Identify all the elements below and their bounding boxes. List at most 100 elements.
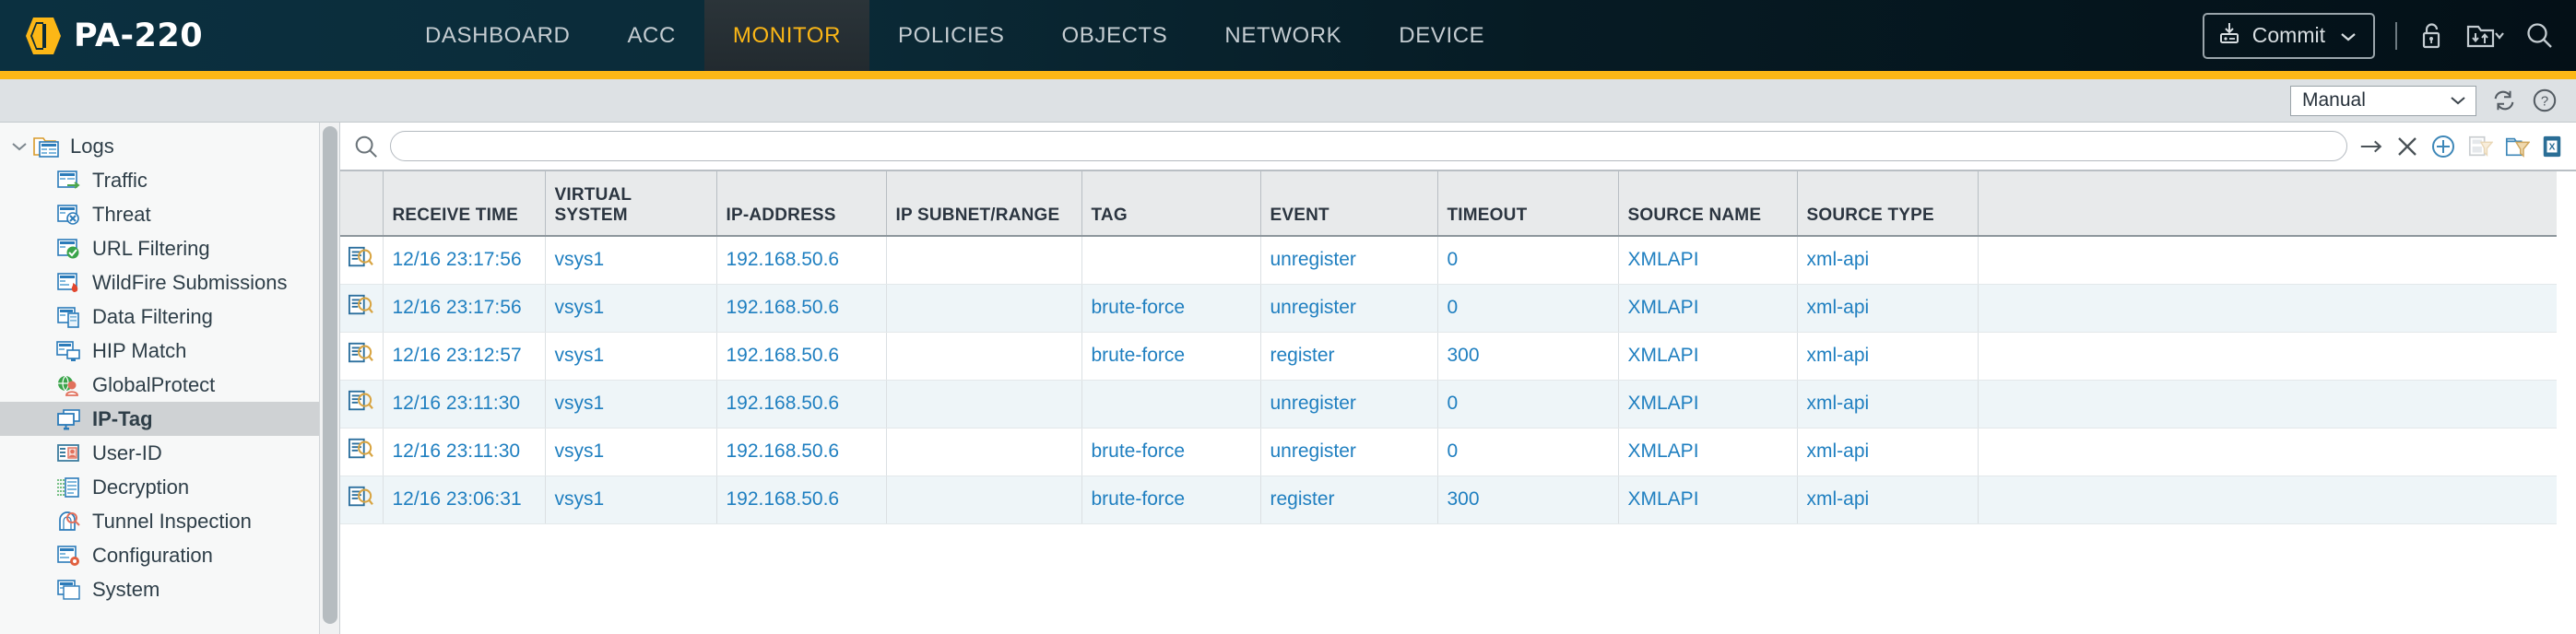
sidebar-group-logs[interactable]: Logs bbox=[0, 129, 339, 163]
sidebar-scrollbar[interactable] bbox=[319, 123, 339, 634]
cell-spacer bbox=[1978, 476, 2557, 523]
new-filter-icon[interactable] bbox=[2504, 134, 2530, 159]
tab-monitor[interactable]: MONITOR bbox=[704, 0, 869, 71]
table-body: 12/16 23:17:56vsys1192.168.50.6unregiste… bbox=[340, 236, 2557, 523]
sidebar-item-label: Data Filtering bbox=[92, 305, 213, 329]
refresh-interval-select[interactable]: Manual bbox=[2290, 86, 2476, 116]
cell-source-name: XMLAPI bbox=[1618, 332, 1797, 380]
clear-filter-x-icon[interactable] bbox=[2395, 135, 2419, 158]
column-header-receive-time[interactable]: RECEIVE TIME bbox=[383, 171, 545, 236]
column-header-tag[interactable]: TAG bbox=[1081, 171, 1260, 236]
column-header-ip-subnet-range[interactable]: IP SUBNET/RANGE bbox=[886, 171, 1081, 236]
cell-event: register bbox=[1260, 476, 1437, 523]
add-filter-plus-icon[interactable] bbox=[2430, 134, 2456, 159]
table-row[interactable]: 12/16 23:06:31vsys1192.168.50.6brute-for… bbox=[340, 476, 2557, 523]
cell-timeout: 0 bbox=[1437, 236, 1618, 284]
tab-network[interactable]: NETWORK bbox=[1196, 0, 1370, 71]
page-body: Logs Traffic Threat URL Filtering bbox=[0, 123, 2576, 634]
table-row[interactable]: 12/16 23:11:30vsys1192.168.50.6 brute-for… bbox=[340, 428, 2557, 476]
table-row[interactable]: 12/16 23:17:56vsys1192.168.50.6brute-for… bbox=[340, 284, 2557, 332]
column-header-timeout[interactable]: TIMEOUT bbox=[1437, 171, 1618, 236]
help-icon[interactable]: ? bbox=[2532, 88, 2558, 113]
log-detail-magnifier-icon[interactable] bbox=[340, 428, 383, 476]
column-header-event[interactable]: EVENT bbox=[1260, 171, 1437, 236]
cell-receive-time: 12/16 23:11:30 bbox=[383, 428, 545, 476]
logs-sidebar: Logs Traffic Threat URL Filtering bbox=[0, 123, 340, 634]
sidebar-item-decryption[interactable]: Decryption bbox=[0, 470, 339, 504]
column-header-ip-address[interactable]: IP-ADDRESS bbox=[716, 171, 886, 236]
sidebar-item-label: IP-Tag bbox=[92, 407, 153, 431]
table-header-row: RECEIVE TIME VIRTUAL SYSTEM IP-ADDRESS I… bbox=[340, 171, 2557, 236]
log-detail-magnifier-icon[interactable] bbox=[340, 284, 383, 332]
tab-objects[interactable]: OBJECTS bbox=[1034, 0, 1197, 71]
log-detail-magnifier-icon[interactable] bbox=[340, 380, 383, 428]
sidebar-item-configuration[interactable]: Configuration bbox=[0, 538, 339, 572]
cell-source-type: xml-api bbox=[1797, 380, 1978, 428]
tab-dashboard[interactable]: DASHBOARD bbox=[396, 0, 598, 71]
save-filter-icon[interactable] bbox=[2467, 134, 2493, 159]
sidebar-item-threat[interactable]: Threat bbox=[0, 197, 339, 231]
search-icon[interactable] bbox=[2524, 21, 2554, 51]
cell-tag bbox=[1081, 380, 1260, 428]
cell-source-name: XMLAPI bbox=[1618, 380, 1797, 428]
sidebar-item-label: Tunnel Inspection bbox=[92, 510, 252, 534]
logs-folder-icon bbox=[33, 135, 61, 158]
cell-ip-address: 192.168.50.6 bbox=[716, 236, 886, 284]
sidebar-item-label: Configuration bbox=[92, 544, 213, 568]
cell-tag: brute-force bbox=[1081, 332, 1260, 380]
system-log-icon bbox=[55, 578, 83, 602]
svg-text:X: X bbox=[2549, 142, 2556, 152]
sidebar-item-system[interactable]: System bbox=[0, 572, 339, 606]
ip-tag-log-icon bbox=[55, 407, 83, 431]
cell-ip-address: 192.168.50.6 bbox=[716, 428, 886, 476]
cell-event: unregister bbox=[1260, 236, 1437, 284]
sidebar-scrollbar-thumb[interactable] bbox=[323, 126, 337, 624]
sidebar-item-globalprotect[interactable]: GlobalProtect bbox=[0, 368, 339, 402]
sidebar-item-url-filtering[interactable]: URL Filtering bbox=[0, 231, 339, 265]
sidebar-item-wildfire-submissions[interactable]: WildFire Submissions bbox=[0, 265, 339, 299]
column-header-source-name[interactable]: SOURCE NAME bbox=[1618, 171, 1797, 236]
sidebar-item-user-id[interactable]: User-ID bbox=[0, 436, 339, 470]
log-detail-magnifier-icon[interactable] bbox=[340, 476, 383, 523]
cell-tag: brute-force bbox=[1081, 284, 1260, 332]
cell-tag: brute-force bbox=[1081, 428, 1260, 476]
commit-button-label: Commit bbox=[2252, 23, 2325, 48]
apply-filter-arrow-icon[interactable] bbox=[2358, 135, 2384, 158]
refresh-interval-value: Manual bbox=[2302, 89, 2366, 112]
sidebar-item-data-filtering[interactable]: Data Filtering bbox=[0, 299, 339, 334]
cell-spacer bbox=[1978, 236, 2557, 284]
refresh-icon[interactable] bbox=[2491, 88, 2517, 113]
cell-ip-address: 192.168.50.6 bbox=[716, 476, 886, 523]
table-row[interactable]: 12/16 23:12:57vsys1192.168.50.6brute-for… bbox=[340, 332, 2557, 380]
table-row[interactable]: 12/16 23:17:56vsys1192.168.50.6unregiste… bbox=[340, 236, 2557, 284]
log-detail-magnifier-icon[interactable] bbox=[340, 236, 383, 284]
tab-acc[interactable]: ACC bbox=[598, 0, 703, 71]
column-header-virtual-system[interactable]: VIRTUAL SYSTEM bbox=[545, 171, 716, 236]
export-excel-icon[interactable]: X bbox=[2541, 135, 2563, 158]
chevron-down-icon[interactable] bbox=[9, 141, 30, 152]
top-bar-actions: Commit bbox=[2203, 13, 2576, 59]
tab-policies[interactable]: POLICIES bbox=[869, 0, 1034, 71]
cell-virtual-system: vsys1 bbox=[545, 428, 716, 476]
cell-timeout: 0 bbox=[1437, 284, 1618, 332]
unlock-icon[interactable] bbox=[2417, 21, 2445, 51]
log-detail-magnifier-icon[interactable] bbox=[340, 332, 383, 380]
column-header-source-type[interactable]: SOURCE TYPE bbox=[1797, 171, 1978, 236]
chevron-down-icon bbox=[2340, 23, 2357, 48]
cell-ip-address: 192.168.50.6 bbox=[716, 284, 886, 332]
sidebar-item-traffic[interactable]: Traffic bbox=[0, 163, 339, 197]
tab-device[interactable]: DEVICE bbox=[1370, 0, 1513, 71]
cell-ip-subnet-range bbox=[886, 236, 1081, 284]
sidebar-item-ip-tag[interactable]: IP-Tag bbox=[0, 402, 339, 436]
sidebar-item-tunnel-inspection[interactable]: Tunnel Inspection bbox=[0, 504, 339, 538]
search-icon[interactable] bbox=[353, 134, 379, 159]
config-transfer-icon[interactable] bbox=[2465, 22, 2504, 50]
brand: PA-220 bbox=[0, 15, 369, 57]
commit-button[interactable]: Commit bbox=[2203, 13, 2375, 59]
sidebar-item-hip-match[interactable]: HIP Match bbox=[0, 334, 339, 368]
cell-source-type: xml-api bbox=[1797, 476, 1978, 523]
sidebar-item-label: System bbox=[92, 578, 160, 602]
search-input[interactable] bbox=[390, 131, 2347, 161]
cell-spacer bbox=[1978, 428, 2557, 476]
table-row[interactable]: 12/16 23:11:30vsys1192.168.50.6unregiste… bbox=[340, 380, 2557, 428]
